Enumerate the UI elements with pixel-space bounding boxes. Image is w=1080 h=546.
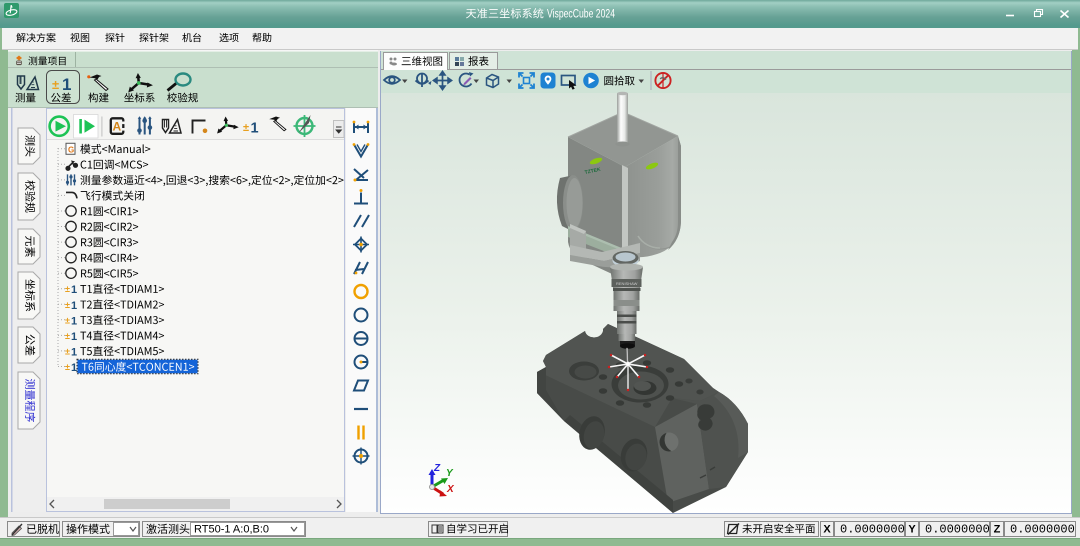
svg-text:RENISHAW: RENISHAW [616, 281, 638, 286]
svg-text:A: A [113, 120, 122, 134]
svg-text:VispecCube 2024: VispecCube 2024 [547, 9, 615, 21]
svg-text:±: ± [65, 331, 70, 341]
svg-text:±: ± [65, 362, 70, 372]
svg-text:Z: Z [433, 463, 441, 474]
svg-text:1: 1 [71, 346, 77, 358]
svg-text:0.0000000: 0.0000000 [840, 523, 905, 537]
svg-text:±: ± [52, 77, 59, 92]
svg-text:1: 1 [71, 284, 77, 296]
svg-text:1: 1 [71, 300, 77, 312]
svg-text:Z: Z [994, 524, 1001, 536]
svg-text:±: ± [65, 284, 70, 294]
svg-text:0.0000000: 0.0000000 [925, 523, 990, 537]
svg-text:1: 1 [71, 315, 77, 327]
svg-text:±: ± [65, 315, 70, 325]
svg-text:0.0000000: 0.0000000 [1010, 523, 1075, 537]
svg-text:±: ± [243, 122, 249, 134]
svg-text:RT50-1 A:0,B:0: RT50-1 A:0,B:0 [194, 524, 269, 536]
svg-text:X: X [823, 524, 831, 536]
svg-text:1: 1 [71, 362, 77, 374]
svg-text:Y: Y [908, 524, 916, 536]
svg-text:±: ± [65, 300, 70, 310]
svg-text:1: 1 [251, 121, 259, 137]
svg-text:1: 1 [71, 331, 77, 343]
svg-text:±: ± [65, 346, 70, 356]
svg-text:1: 1 [62, 75, 71, 94]
svg-text:X: X [446, 484, 455, 495]
svg-text:G: G [68, 145, 74, 154]
